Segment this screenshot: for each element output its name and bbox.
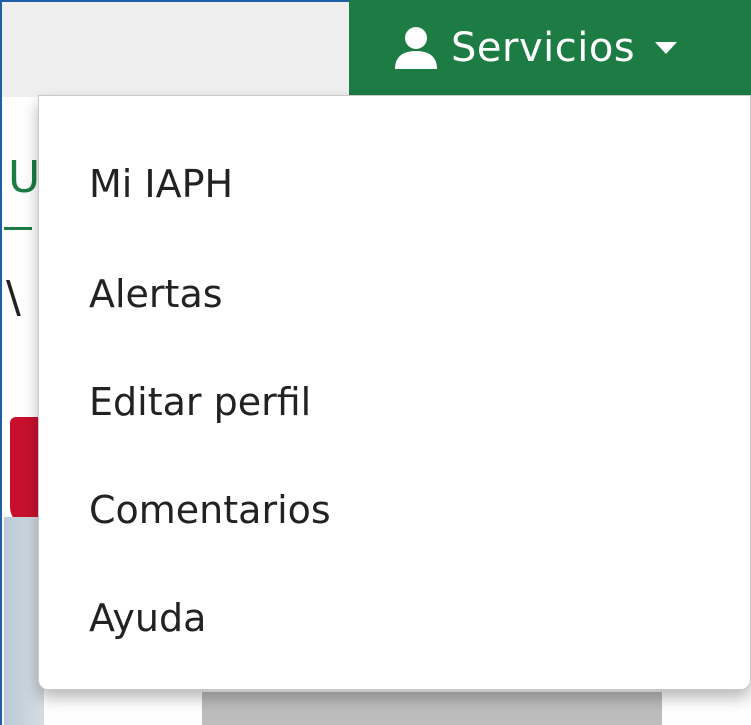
background-panel xyxy=(202,692,662,725)
services-label: Servicios xyxy=(451,24,636,71)
background-glyph: U xyxy=(8,152,41,203)
menu-item-mi-iaph[interactable]: Mi IAPH xyxy=(89,162,233,206)
background-red-shape xyxy=(10,417,40,527)
caret-down-icon xyxy=(655,41,678,54)
services-dropdown-menu: Mi IAPH Alertas Editar perfil Comentario… xyxy=(38,95,751,690)
background-glyph: \ xyxy=(6,272,21,323)
menu-item-comentarios[interactable]: Comentarios xyxy=(89,488,331,532)
menu-item-ayuda[interactable]: Ayuda xyxy=(89,596,206,640)
services-menu-button[interactable]: Servicios xyxy=(349,0,751,95)
menu-item-alertas[interactable]: Alertas xyxy=(89,272,223,316)
user-icon xyxy=(395,26,437,69)
menu-item-editar-perfil[interactable]: Editar perfil xyxy=(89,380,311,424)
